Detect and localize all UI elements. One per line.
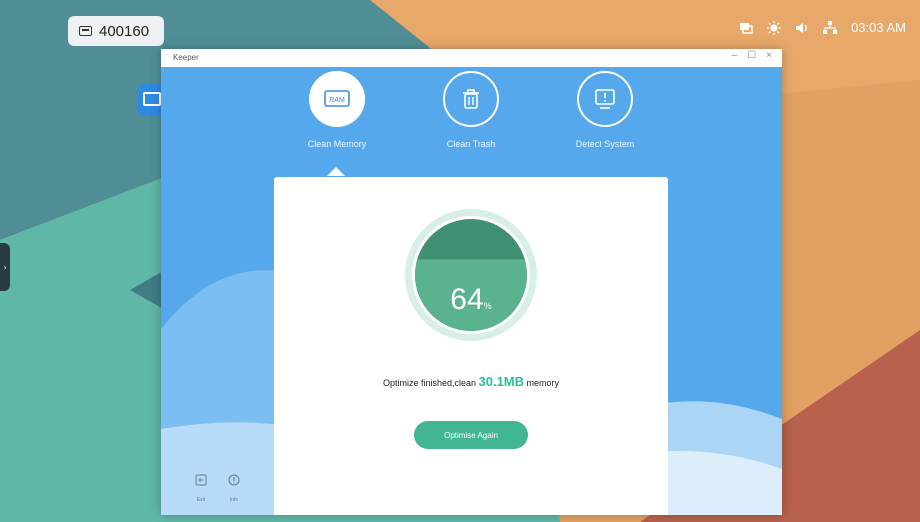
exit-icon (195, 474, 207, 486)
status-bar: 03:03 AM (739, 20, 906, 35)
result-suffix: memory (526, 378, 560, 388)
device-icon (79, 26, 92, 36)
svg-text:RAM: RAM (329, 97, 345, 104)
memory-percent: 64% (403, 283, 539, 317)
screen-share-icon[interactable] (739, 22, 753, 34)
result-message: Optimize finished,clean 30.1MB memory (274, 374, 668, 389)
optimise-again-button[interactable]: Optimise Again (414, 421, 528, 449)
edge-handle[interactable]: › (0, 243, 10, 291)
device-id: 400160 (99, 22, 150, 40)
tab-clean-trash[interactable]: Clean Trash (406, 71, 536, 149)
trash-icon (443, 71, 499, 127)
tab-clean-memory[interactable]: RAM Clean Memory (272, 71, 402, 149)
tab-label: Clean Memory (307, 139, 367, 149)
monitor-alert-icon (577, 71, 633, 127)
active-tab-pointer (327, 167, 345, 176)
brightness-icon[interactable] (767, 20, 782, 35)
keeper-window: Keeper – ☐ × RAM Clean Memory Clean Tras… (161, 49, 782, 515)
memory-panel: 64% Optimize finished,clean 30.1MB memor… (274, 177, 668, 515)
memory-gauge (405, 209, 537, 341)
clock: 03:03 AM (851, 20, 906, 35)
title-bar[interactable]: Keeper – ☐ × (161, 49, 782, 67)
tab-label: Clean Trash (446, 139, 496, 149)
exit-label: Exit (196, 497, 206, 503)
memory-percent-value: 64 (450, 283, 484, 316)
exit-button[interactable]: Exit (190, 473, 212, 503)
maximize-button[interactable]: ☐ (747, 50, 756, 61)
tab-label: Detect System (575, 139, 635, 149)
volume-icon[interactable] (795, 22, 809, 34)
minimize-button[interactable]: – (732, 50, 738, 61)
ram-icon: RAM (309, 71, 365, 127)
tab-detect-system[interactable]: Detect System (540, 71, 670, 149)
info-icon (228, 474, 240, 486)
memory-percent-unit: % (483, 301, 492, 311)
device-id-badge: 400160 (68, 16, 164, 46)
result-prefix: Optimize finished,clean (382, 378, 476, 388)
network-icon[interactable] (823, 21, 838, 34)
cleaned-amount: 30.1MB (478, 374, 525, 389)
close-button[interactable]: × (766, 50, 772, 61)
info-button[interactable]: Info (223, 473, 245, 503)
window-title: Keeper (173, 53, 199, 62)
info-label: Info (229, 497, 239, 503)
